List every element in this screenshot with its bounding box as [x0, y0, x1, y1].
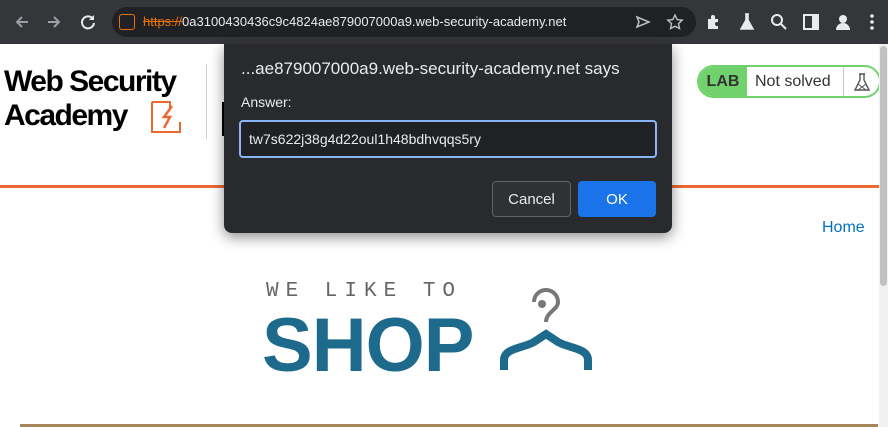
- dialog-title: ...ae879007000a9.web-security-academy.ne…: [241, 59, 620, 78]
- back-arrow-icon: [15, 16, 28, 28]
- url-host: 0a3100430436c9c4824ae879007000a9.web-sec…: [182, 14, 567, 29]
- forward-button[interactable]: [42, 10, 66, 34]
- lab-status-badge: LAB Not solved: [697, 65, 881, 98]
- lab-flask-icon: [843, 67, 879, 96]
- logo-line2: Academy: [4, 99, 128, 132]
- profile-icon[interactable]: [833, 12, 853, 32]
- header-divider: [206, 64, 207, 139]
- scrollbar-thumb[interactable]: [880, 46, 887, 286]
- ok-button[interactable]: OK: [578, 181, 656, 217]
- lab-label: LAB: [699, 67, 747, 96]
- more-menu-icon[interactable]: [862, 12, 882, 32]
- extensions-puzzle-icon[interactable]: [704, 12, 724, 32]
- address-bar[interactable]: https://0a3100430436c9c4824ae879007000a9…: [112, 7, 696, 37]
- lab-flask-icon[interactable]: [737, 12, 757, 32]
- cancel-button[interactable]: Cancel: [492, 181, 571, 217]
- prompt-dialog: ...ae879007000a9.web-security-academy.ne…: [224, 44, 672, 233]
- shop-title: SHOP: [262, 303, 474, 388]
- send-tab-icon[interactable]: [634, 13, 652, 31]
- side-panel-icon[interactable]: [801, 12, 821, 32]
- url-scheme: https://: [143, 14, 183, 29]
- shop-tagline: WE LIKE TO: [266, 280, 463, 303]
- url-text: https://0a3100430436c9c4824ae879007000a9…: [143, 14, 566, 29]
- academy-logo[interactable]: Web Security Academy: [4, 64, 204, 144]
- answer-input[interactable]: tw7s622j38g4d22oul1h48bdhvqqs5ry: [239, 120, 657, 158]
- logo-line1: Web Security: [4, 65, 177, 98]
- browser-toolbar: https://0a3100430436c9c4824ae879007000a9…: [0, 0, 888, 44]
- bookmark-star-icon[interactable]: [666, 13, 684, 31]
- hanger-icon: [500, 288, 592, 370]
- logo-lightning-icon: [151, 101, 181, 133]
- back-button[interactable]: [10, 10, 34, 34]
- lab-status-text: Not solved: [755, 72, 831, 90]
- search-icon[interactable]: [769, 12, 789, 32]
- reload-button[interactable]: [76, 10, 100, 34]
- not-secure-icon[interactable]: [119, 14, 135, 30]
- dialog-prompt-label: Answer:: [241, 94, 292, 110]
- home-link[interactable]: Home: [822, 219, 865, 237]
- reload-icon: [81, 15, 95, 30]
- forward-arrow-icon: [48, 16, 61, 28]
- page-scrollbar[interactable]: [879, 44, 888, 427]
